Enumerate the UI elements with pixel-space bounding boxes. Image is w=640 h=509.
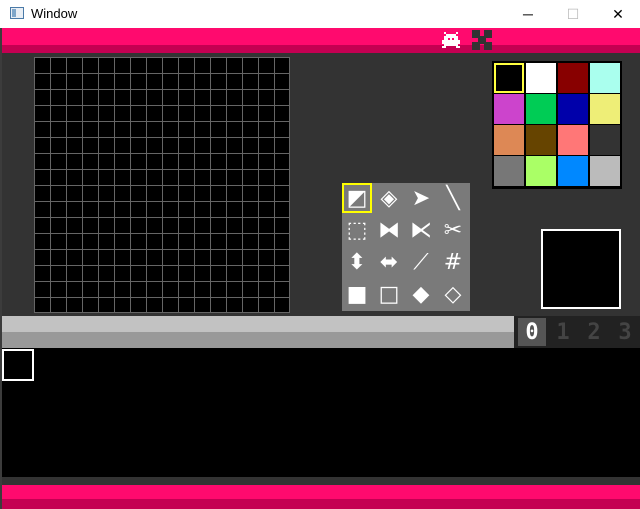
select-tool-button[interactable]: ⬚	[342, 215, 372, 245]
palette-swatch-9[interactable]	[526, 125, 556, 155]
pencil-tool-button[interactable]: ◩	[342, 183, 372, 213]
palette-swatch-4[interactable]	[494, 94, 524, 124]
palette-swatch-8[interactable]	[494, 125, 524, 155]
bank-tab-3[interactable]: 3	[611, 318, 639, 346]
status-divider	[2, 477, 640, 485]
close-button[interactable]: ✕	[595, 0, 640, 28]
circle-tool-button[interactable]: ◇	[438, 279, 468, 309]
palette-swatch-12[interactable]	[494, 156, 524, 186]
app-window-icon	[10, 7, 24, 19]
minimize-button[interactable]: ─	[505, 0, 551, 28]
grid-tool-button[interactable]: #	[438, 247, 468, 277]
cut-tool-button[interactable]: ✂	[438, 215, 468, 245]
sprite-canvas[interactable]	[34, 57, 290, 313]
palette-swatch-14[interactable]	[558, 156, 588, 186]
palette-swatch-1[interactable]	[526, 63, 556, 93]
mirror-v-tool-button[interactable]: ⬍	[342, 247, 372, 277]
sprite-bank-strip-lower[interactable]	[2, 332, 514, 348]
brush-tool-button[interactable]: ➤	[406, 183, 436, 213]
bank-tab-0[interactable]: 0	[518, 318, 546, 346]
bank-tabs: 0123	[514, 316, 640, 348]
selected-sprite-cell[interactable]	[2, 349, 34, 381]
palette-swatch-2[interactable]	[558, 63, 588, 93]
bank-tab-1[interactable]: 1	[549, 318, 577, 346]
palette-swatch-11[interactable]	[590, 125, 620, 155]
rect-fill-tool-button[interactable]: ■	[342, 279, 372, 309]
palette-swatch-13[interactable]	[526, 156, 556, 186]
bug-icon[interactable]	[442, 32, 460, 50]
palette-swatch-6[interactable]	[558, 94, 588, 124]
sprite-sheet[interactable]	[2, 348, 640, 477]
sprite-preview	[541, 229, 621, 309]
status-bar-shadow	[2, 499, 640, 509]
line-tool-button[interactable]: ╲	[438, 183, 468, 213]
palette-swatch-15[interactable]	[590, 156, 620, 186]
checker-icon[interactable]	[472, 30, 494, 50]
rect-tool-button[interactable]: □	[374, 279, 404, 309]
bank-tab-2[interactable]: 2	[580, 318, 608, 346]
circle-fill-tool-button[interactable]: ◆	[406, 279, 436, 309]
sprite-bank-strip[interactable]	[2, 316, 514, 332]
tool-panel: ◩ ◈ ➤ ╲ ⬚ ⧓ ⧔ ✂ ⬍ ⬌ ⟋ # ■ □ ◆ ◇	[342, 183, 470, 311]
palette-swatch-3[interactable]	[590, 63, 620, 93]
flip-v-tool-button[interactable]: ⧔	[406, 215, 436, 245]
palette-swatch-10[interactable]	[558, 125, 588, 155]
palette-swatch-0[interactable]	[493, 62, 525, 94]
fill-tool-button[interactable]: ⟋	[406, 247, 436, 277]
palette-swatch-7[interactable]	[590, 94, 620, 124]
palette-swatch-5[interactable]	[526, 94, 556, 124]
maximize-button[interactable]: ☐	[550, 0, 596, 28]
stamp-tool-button[interactable]: ◈	[374, 183, 404, 213]
window-title: Window	[31, 6, 78, 21]
flip-h-tool-button[interactable]: ⧓	[374, 215, 404, 245]
mirror-h-tool-button[interactable]: ⬌	[374, 247, 404, 277]
menu-bar-shadow	[2, 45, 640, 53]
color-palette	[492, 61, 622, 189]
